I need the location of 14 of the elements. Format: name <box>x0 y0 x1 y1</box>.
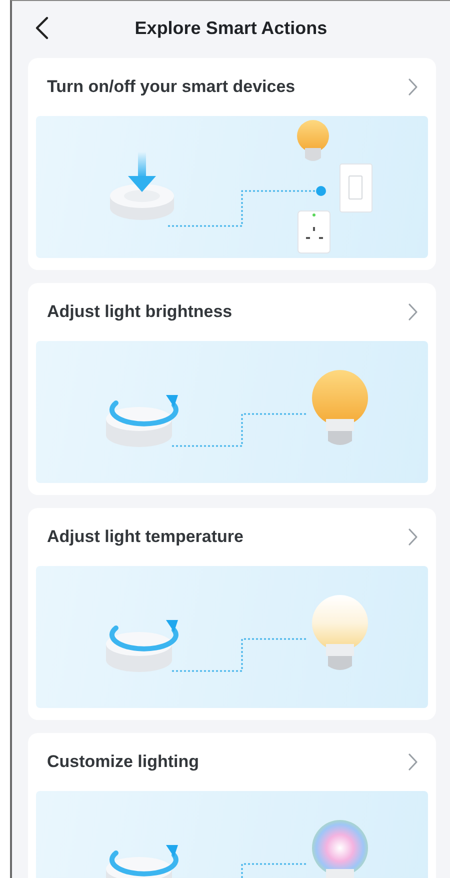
action-title: Adjust light brightness <box>47 302 232 322</box>
action-card[interactable]: Customize lighting <box>28 733 436 878</box>
back-icon[interactable] <box>35 16 49 40</box>
chevron-icon <box>408 303 418 321</box>
page-title: Explore Smart Actions <box>134 18 328 39</box>
action-card[interactable]: Adjust light temperature <box>28 508 436 720</box>
chevron-icon <box>408 78 418 96</box>
action-title: Customize lighting <box>47 752 200 772</box>
chevron-icon <box>408 528 418 546</box>
action-card[interactable]: Turn on/off your smart devices <box>28 58 436 270</box>
action-card[interactable]: Adjust light brightness <box>28 283 436 495</box>
chevron-icon <box>408 753 418 771</box>
action-title: Adjust light temperature <box>47 527 244 547</box>
action-title: Turn on/off your smart devices <box>47 77 296 97</box>
